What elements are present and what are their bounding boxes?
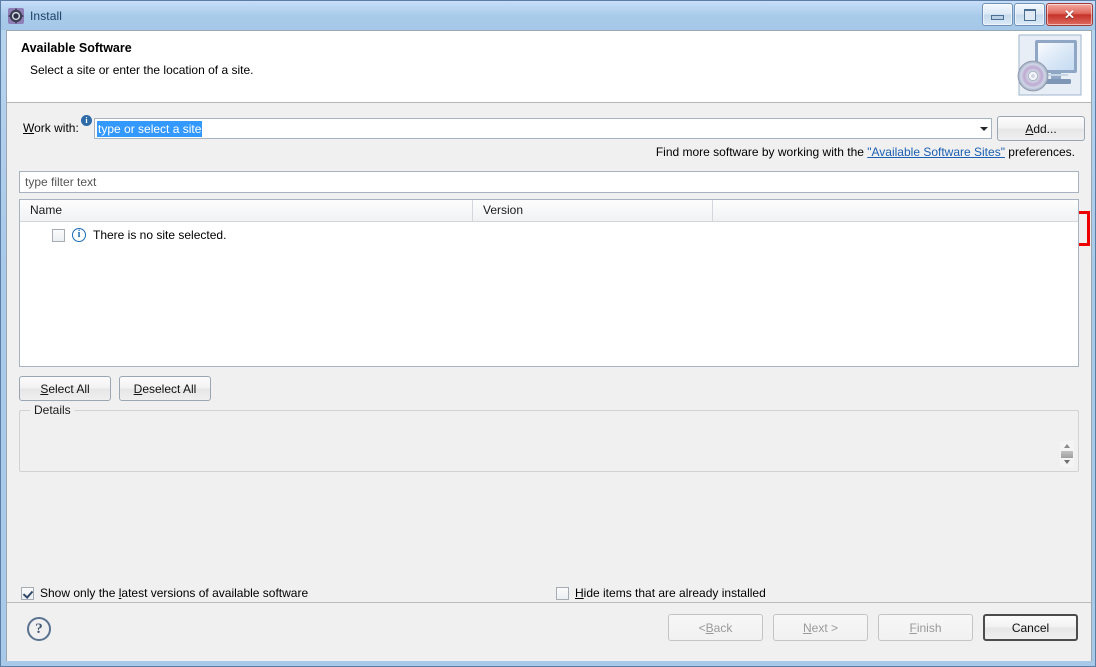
work-with-combo[interactable]: type or select a site: [94, 118, 992, 139]
finish-button[interactable]: Finish: [878, 614, 973, 641]
help-icon[interactable]: ?: [27, 617, 51, 641]
column-header-version[interactable]: Version: [473, 200, 713, 221]
cancel-button[interactable]: Cancel: [983, 614, 1078, 641]
filter-input[interactable]: type filter text: [19, 171, 1079, 193]
option-show-latest-versions[interactable]: Show only the latest versions of availab…: [21, 586, 308, 600]
option-label-hide-installed: Hide items that are already installed: [575, 586, 766, 600]
minimize-icon: [991, 15, 1004, 20]
checkbox-hide-installed[interactable]: [556, 587, 569, 600]
minimize-button[interactable]: [982, 3, 1013, 26]
next-button[interactable]: Next >: [773, 614, 868, 641]
work-with-input[interactable]: type or select a site: [97, 121, 202, 137]
wizard-button-row: < Back Next > Finish Cancel: [668, 614, 1078, 641]
page-subtitle: Select a site or enter the location of a…: [30, 63, 253, 77]
details-scrollbar[interactable]: [1060, 441, 1074, 467]
find-more-prefix: Find more software by working with the: [656, 145, 867, 159]
window-controls: ✕: [982, 3, 1093, 26]
page-title: Available Software: [21, 41, 132, 55]
back-button[interactable]: < Back: [668, 614, 763, 641]
window-title: Install: [30, 9, 62, 23]
work-with-label: Work with:: [23, 121, 79, 135]
table-row[interactable]: i There is no site selected.: [20, 225, 1078, 245]
info-icon: i: [72, 228, 86, 242]
find-more-software-text: Find more software by working with the "…: [656, 145, 1075, 159]
close-icon: ✕: [1064, 8, 1075, 21]
scroll-thumb[interactable]: [1061, 451, 1073, 458]
software-table[interactable]: Name Version i There is no site selected…: [19, 199, 1079, 367]
add-site-button[interactable]: Add...: [997, 116, 1085, 141]
available-software-sites-link[interactable]: "Available Software Sites": [867, 145, 1005, 159]
option-hide-installed[interactable]: Hide items that are already installed: [556, 586, 766, 600]
details-group: Details: [19, 410, 1079, 472]
checkbox-show-latest-versions[interactable]: [21, 587, 34, 600]
work-with-info-icon: i: [81, 115, 92, 126]
dialog-footer: ? < Back Next > Finish Cancel: [7, 602, 1091, 663]
column-header-name[interactable]: Name: [20, 200, 473, 221]
chevron-down-icon[interactable]: [980, 127, 988, 131]
window-bottom-edge: [1, 661, 1096, 666]
close-button[interactable]: ✕: [1046, 3, 1093, 26]
select-all-button[interactable]: Select All: [19, 376, 111, 401]
eclipse-gear-icon: [8, 8, 24, 24]
work-with-row: Work with: i type or select a site Add..…: [7, 113, 1091, 141]
deselect-all-button[interactable]: Deselect All: [119, 376, 211, 401]
computer-with-disc-icon: [1013, 33, 1083, 97]
row-label: There is no site selected.: [93, 228, 226, 242]
title-bar[interactable]: Install ✕: [1, 1, 1096, 30]
install-dialog-window: Install ✕ Available Software Select a si…: [0, 0, 1096, 667]
maximize-icon: [1024, 9, 1036, 21]
details-label: Details: [30, 403, 75, 417]
option-label-show-latest-versions: Show only the latest versions of availab…: [40, 586, 308, 600]
column-header-extra[interactable]: [713, 200, 1078, 221]
find-more-suffix: preferences.: [1005, 145, 1075, 159]
dialog-content: Available Software Select a site or ente…: [6, 30, 1092, 663]
scroll-down-icon[interactable]: [1064, 460, 1070, 464]
maximize-button[interactable]: [1014, 3, 1045, 26]
selection-button-row: Select All Deselect All: [19, 376, 211, 401]
main-pane: Work with: i type or select a site Add..…: [7, 103, 1091, 633]
scroll-up-icon[interactable]: [1064, 444, 1070, 448]
wizard-banner: Available Software Select a site or ente…: [7, 31, 1091, 103]
table-header-row: Name Version: [20, 200, 1078, 222]
row-checkbox[interactable]: [52, 229, 65, 242]
